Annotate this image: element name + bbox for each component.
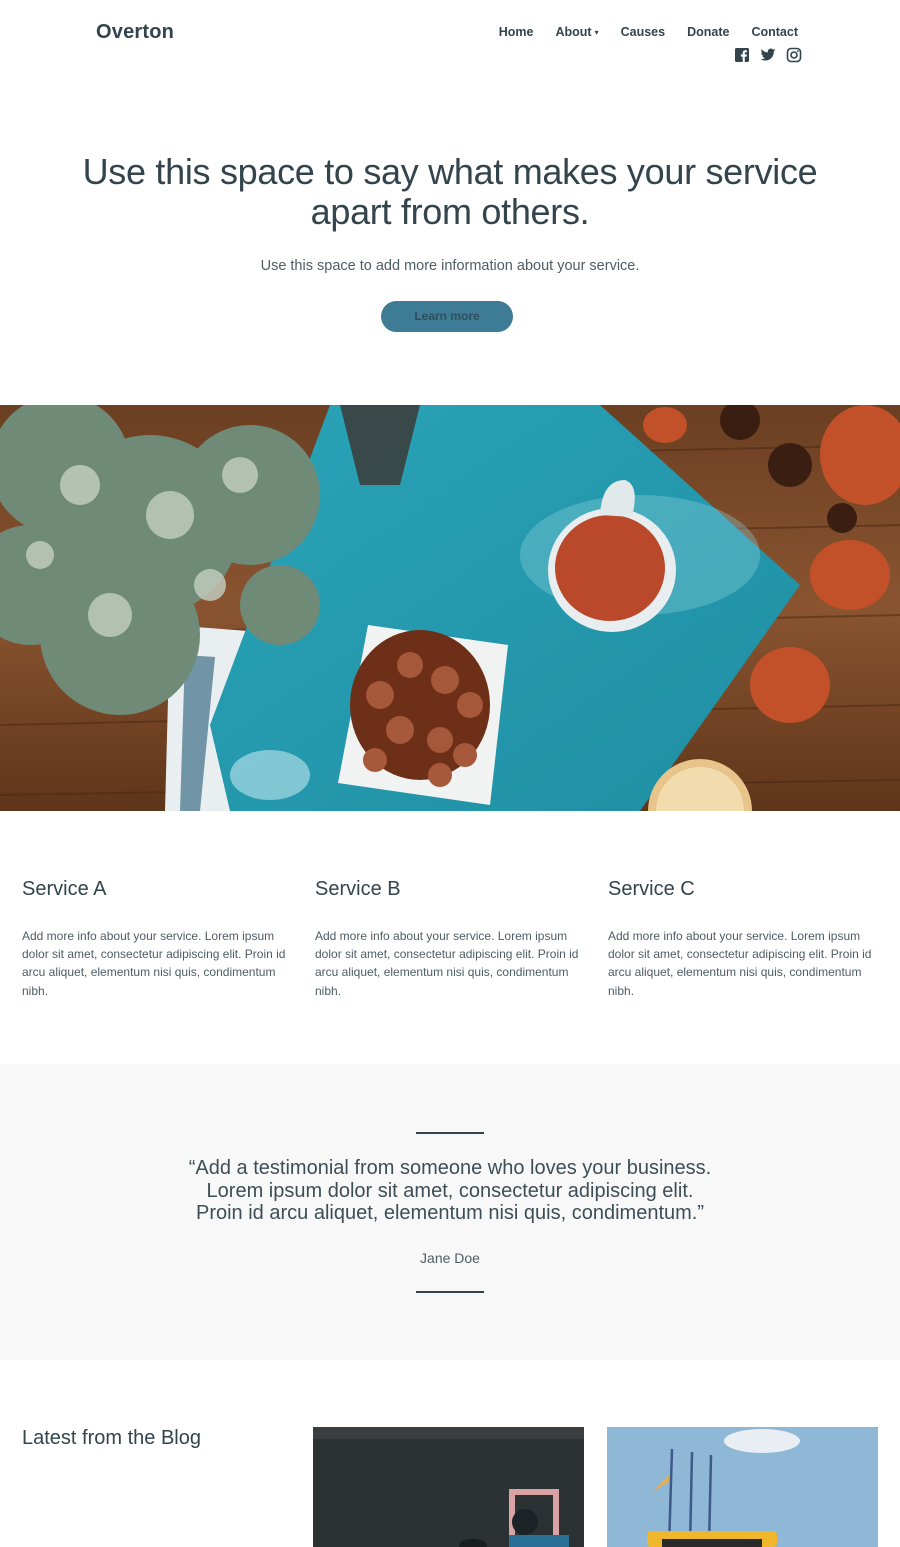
blog-card-image[interactable] <box>313 1427 584 1547</box>
service-body: Add more info about your service. Lorem … <box>608 929 872 998</box>
instagram-icon[interactable] <box>786 47 802 63</box>
divider <box>416 1291 484 1293</box>
nav-home[interactable]: Home <box>499 25 534 39</box>
hero-image <box>0 405 900 811</box>
facebook-icon[interactable] <box>734 47 750 63</box>
nav-causes[interactable]: Causes <box>621 25 665 39</box>
nav-contact-label: Contact <box>751 25 798 39</box>
nav-donate-label: Donate <box>687 25 730 39</box>
service-title: Service B <box>315 878 401 900</box>
social-links <box>734 47 802 63</box>
site-header: Overton Home About ▾ Causes Donate Conta… <box>0 0 900 80</box>
testimonial-section: “Add a testimonial from someone who love… <box>0 1064 900 1360</box>
service-card: Service B Add more info about your servi… <box>315 878 585 1000</box>
nav-causes-label: Causes <box>620 25 666 39</box>
nav-home-label: Home <box>498 25 534 39</box>
nav-donate[interactable]: Donate <box>687 25 729 39</box>
site-logo[interactable]: Overton <box>96 21 174 44</box>
hero-title: Use this space to say what makes your se… <box>0 152 900 232</box>
quote-line: Proin id arcu aliquet, elementum nisi qu… <box>195 1202 705 1224</box>
service-body: Add more info about your service. Lorem … <box>315 929 579 998</box>
service-title: Service A <box>22 878 107 900</box>
hero-title-line2: apart from others. <box>310 191 590 232</box>
hero-title-line1: Use this space to say what makes your se… <box>82 151 818 192</box>
main-nav: Home About ▾ Causes Donate Contact <box>477 25 798 39</box>
service-body: Add more info about your service. Lorem … <box>22 929 286 998</box>
testimonial-author: Jane Doe <box>420 1250 480 1266</box>
blog-section-title: Latest from the Blog <box>22 1427 201 1449</box>
quote-line: Lorem ipsum dolor sit amet, consectetur … <box>206 1179 694 1202</box>
blog-card-image[interactable] <box>607 1427 878 1547</box>
chevron-down-icon: ▾ <box>594 27 599 37</box>
nav-about[interactable]: About ▾ <box>555 25 598 39</box>
testimonial-quote: “Add a testimonial from someone who love… <box>0 1157 900 1225</box>
quote-line: “Add a testimonial from someone who love… <box>188 1157 712 1179</box>
learn-more-button[interactable]: Learn more <box>381 301 513 332</box>
service-title: Service C <box>608 878 695 900</box>
service-card: Service C Add more info about your servi… <box>608 878 878 1000</box>
nav-contact[interactable]: Contact <box>751 25 798 39</box>
service-card: Service A Add more info about your servi… <box>22 878 292 1000</box>
divider <box>416 1132 484 1134</box>
nav-about-label: About <box>555 25 592 39</box>
twitter-icon[interactable] <box>760 47 776 63</box>
services-section: Service A Add more info about your servi… <box>22 878 878 1000</box>
hero-subtitle: Use this space to add more information a… <box>260 258 640 274</box>
